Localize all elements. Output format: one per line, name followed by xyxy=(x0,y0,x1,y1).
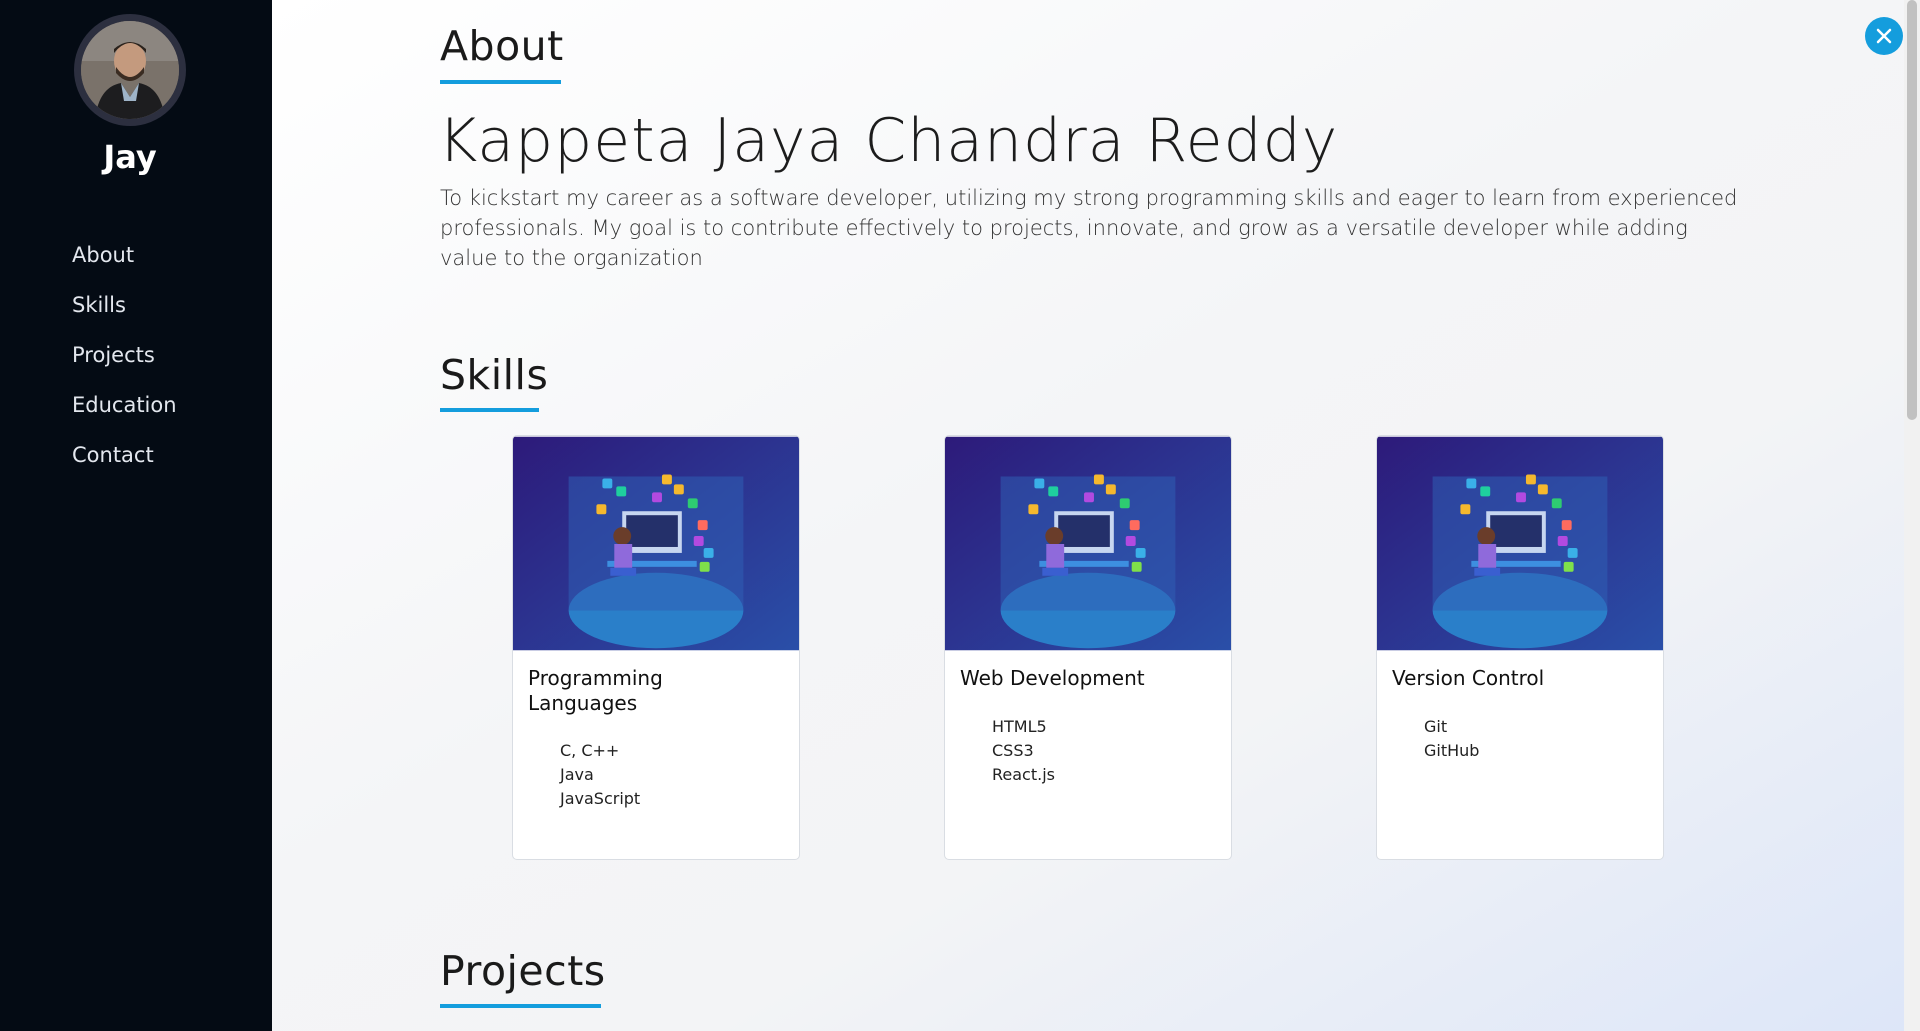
about-title-underline xyxy=(440,80,561,84)
avatar xyxy=(74,14,186,126)
developer-illustration xyxy=(945,436,1231,651)
skill-item: JavaScript xyxy=(560,789,641,808)
about-title: About xyxy=(440,22,564,70)
skill-card-title: Version Control xyxy=(1392,666,1545,690)
projects-title: Projects xyxy=(440,947,606,995)
developer-illustration xyxy=(513,436,799,651)
close-icon xyxy=(1876,28,1892,44)
skill-item: Git xyxy=(1424,717,1448,736)
skill-list: C, C++ Java JavaScript xyxy=(560,739,640,811)
skill-list: HTML5 CSS3 React.js xyxy=(992,715,1055,787)
nav-item-education[interactable]: Education xyxy=(72,390,177,440)
sidebar-name: Jay xyxy=(103,138,157,176)
skill-item: HTML5 xyxy=(992,717,1047,736)
sidebar: Jay About Skills Projects Education Cont… xyxy=(0,0,272,1031)
skill-list: Git GitHub xyxy=(1424,715,1479,763)
nav-item-projects[interactable]: Projects xyxy=(72,340,177,390)
skill-item: Java xyxy=(560,765,594,784)
nav-item-contact[interactable]: Contact xyxy=(72,440,177,490)
full-name: Kappeta Jaya Chandra Reddy xyxy=(438,106,1339,176)
developer-illustration xyxy=(1377,436,1663,651)
scrollbar-thumb[interactable] xyxy=(1907,0,1917,420)
main-content: About Kappeta Jaya Chandra Reddy To kick… xyxy=(272,0,1904,1031)
nav-item-skills[interactable]: Skills xyxy=(72,290,177,340)
skills-title: Skills xyxy=(440,351,549,399)
skills-title-underline xyxy=(440,408,539,412)
sidebar-nav: About Skills Projects Education Contact xyxy=(72,240,177,490)
about-description: To kickstart my career as a software dev… xyxy=(440,186,1738,270)
skill-card-title: Programming Languages xyxy=(528,666,663,715)
skill-card-programming: Programming Languages C, C++ Java JavaSc… xyxy=(512,435,800,860)
skill-item: React.js xyxy=(992,765,1055,784)
nav-item-about[interactable]: About xyxy=(72,240,177,290)
skill-item: GitHub xyxy=(1424,741,1480,760)
profile-photo xyxy=(81,21,179,119)
skill-card-version-control: Version Control Git GitHub xyxy=(1376,435,1664,860)
scrollbar[interactable] xyxy=(1904,0,1920,1031)
close-button[interactable] xyxy=(1865,17,1903,55)
projects-title-underline xyxy=(440,1004,601,1008)
skill-item: C, C++ xyxy=(560,741,620,760)
skill-card-title: Web Development xyxy=(960,666,1145,690)
skill-item: CSS3 xyxy=(992,741,1034,760)
skill-card-web: Web Development HTML5 CSS3 React.js xyxy=(944,435,1232,860)
